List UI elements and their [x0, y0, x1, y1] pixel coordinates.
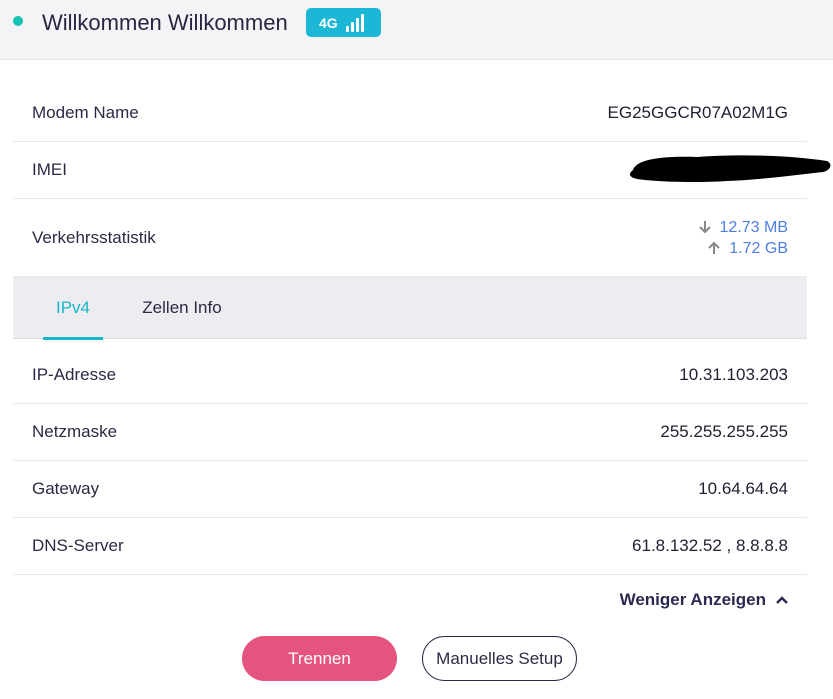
- show-less-label: Weniger Anzeigen: [619, 590, 766, 609]
- row-netmask: Netzmaske 255.255.255.255: [13, 404, 807, 461]
- ip-address-label: IP-Adresse: [32, 365, 117, 384]
- netmask-label: Netzmaske: [32, 422, 118, 441]
- arrow-up-icon: [707, 241, 721, 255]
- upload-value: 1.72 GB: [729, 239, 788, 257]
- chevron-up-icon: [776, 596, 788, 604]
- download-value: 12.73 MB: [719, 218, 788, 236]
- traffic-label: Verkehrsstatistik: [32, 227, 156, 247]
- traffic-values: 12.73 MB 1.72 GB: [698, 217, 788, 259]
- info-tabs: IPv4 Zellen Info: [13, 277, 807, 340]
- disconnect-button[interactable]: Trennen: [242, 636, 397, 681]
- row-traffic-stats: Verkehrsstatistik 12.73 MB 1.72 GB: [13, 199, 807, 277]
- row-gateway: Gateway 10.64.64.64: [13, 461, 807, 518]
- netmask-value: 255.255.255.255: [660, 422, 788, 441]
- ipv4-info-list: IP-Adresse 10.31.103.203 Netzmaske 255.2…: [13, 347, 807, 575]
- signal-bars-icon: [346, 14, 364, 32]
- network-type-badge: 4G: [306, 8, 381, 37]
- ip-address-value: 10.31.103.203: [679, 365, 788, 384]
- tab-cell-info[interactable]: Zellen Info: [140, 277, 224, 339]
- traffic-upload: 1.72 GB: [707, 238, 788, 259]
- dns-server-value: 61.8.132.52 , 8.8.8.8: [632, 536, 788, 555]
- modem-info-list: Modem Name EG25GGCR07A02M1G IMEI Verkehr…: [13, 85, 831, 277]
- modem-name-value: EG25GGCR07A02M1G: [607, 103, 788, 122]
- page-header: Willkommen Willkommen 4G: [0, 0, 833, 60]
- dns-server-label: DNS-Server: [32, 536, 124, 555]
- imei-redaction-mark: [629, 155, 831, 183]
- page-title: Willkommen Willkommen: [42, 10, 288, 35]
- gateway-value: 10.64.64.64: [698, 479, 788, 498]
- imei-label: IMEI: [32, 160, 67, 179]
- row-ip-address: IP-Adresse 10.31.103.203: [13, 347, 807, 404]
- modem-name-label: Modem Name: [32, 103, 139, 122]
- row-modem-name: Modem Name EG25GGCR07A02M1G: [13, 85, 807, 142]
- traffic-download: 12.73 MB: [698, 217, 788, 238]
- network-type-label: 4G: [319, 14, 338, 31]
- row-imei: IMEI: [13, 142, 831, 199]
- gateway-label: Gateway: [32, 479, 100, 498]
- manual-setup-button[interactable]: Manuelles Setup: [422, 636, 577, 681]
- row-dns-server: DNS-Server 61.8.132.52 , 8.8.8.8: [13, 518, 807, 575]
- arrow-down-icon: [698, 220, 712, 234]
- show-less-link[interactable]: Weniger Anzeigen: [620, 590, 789, 610]
- connection-status-dot: [13, 16, 23, 26]
- tab-ipv4[interactable]: IPv4: [43, 277, 103, 340]
